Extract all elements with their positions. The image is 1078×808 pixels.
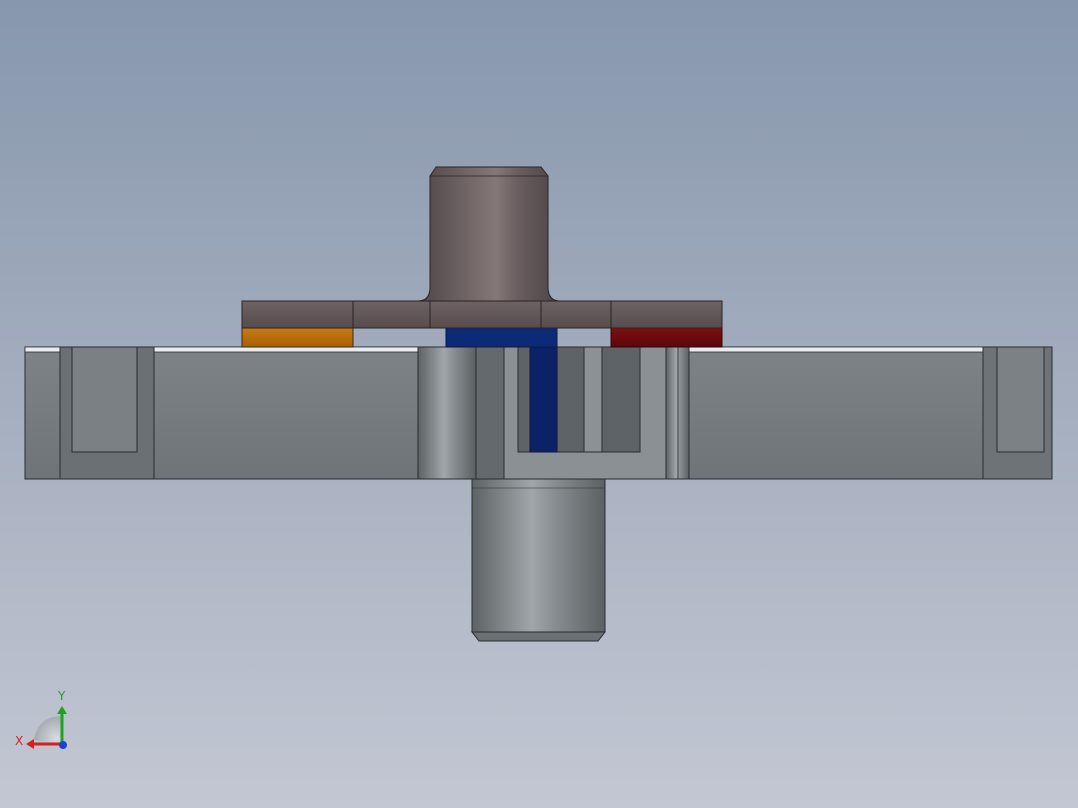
graphics-viewport[interactable]: X Y bbox=[0, 0, 1078, 808]
x-axis-arrowhead bbox=[26, 739, 34, 749]
x-axis-label: X bbox=[15, 734, 23, 748]
orange-part[interactable] bbox=[241, 327, 354, 348]
bottom-shaft[interactable] bbox=[470, 478, 607, 642]
coordinate-triad: X Y bbox=[15, 689, 67, 749]
y-axis-arrowhead bbox=[57, 706, 67, 714]
y-axis-label: Y bbox=[57, 689, 66, 703]
red-part[interactable] bbox=[610, 327, 723, 348]
flange[interactable] bbox=[241, 300, 723, 329]
triad-plane-icon bbox=[34, 716, 62, 744]
z-axis-dot bbox=[59, 741, 67, 749]
top-boss[interactable] bbox=[417, 166, 561, 302]
